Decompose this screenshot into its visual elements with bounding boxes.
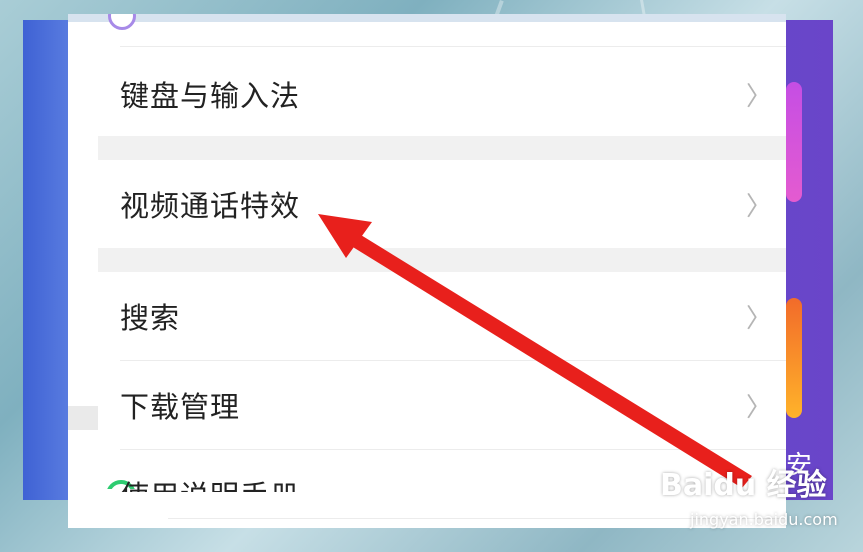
menu-item-user-guide[interactable]: 使用说明手册: [120, 474, 300, 492]
section-separator: [98, 248, 786, 272]
chevron-right-icon: 〉: [745, 303, 772, 334]
settings-panel: 键盘与输入法 〉 视频通话特效 〉 搜索 〉 下载管理 〉 使用说明手册: [68, 14, 786, 528]
divider: [120, 449, 786, 450]
menu-item-label: 下载管理: [120, 390, 241, 424]
setting-icon: [108, 14, 136, 30]
menu-item-keyboard[interactable]: 键盘与输入法 〉: [98, 50, 786, 138]
top-divider: [68, 14, 786, 22]
menu-item-label: 搜索: [120, 301, 181, 335]
menu-item-label: 键盘与输入法: [120, 79, 301, 113]
app-icon-pink: [786, 82, 802, 202]
panel-edge-tab: [68, 406, 98, 430]
section-separator: [98, 136, 786, 160]
watermark-url: jingyan.baidu.com: [690, 510, 838, 529]
menu-item-search[interactable]: 搜索 〉: [98, 272, 786, 360]
app-icon-orange: [786, 298, 802, 418]
menu-item-video-call-effects[interactable]: 视频通话特效 〉: [98, 160, 786, 248]
chevron-right-icon: 〉: [745, 81, 772, 112]
divider: [120, 46, 786, 47]
baidu-watermark: Baidu 经验: [660, 468, 827, 503]
menu-item-download-manager[interactable]: 下载管理 〉: [98, 361, 786, 449]
chevron-right-icon: 〉: [745, 392, 772, 423]
menu-item-label: 视频通话特效: [120, 189, 301, 223]
chevron-right-icon: 〉: [745, 191, 772, 222]
